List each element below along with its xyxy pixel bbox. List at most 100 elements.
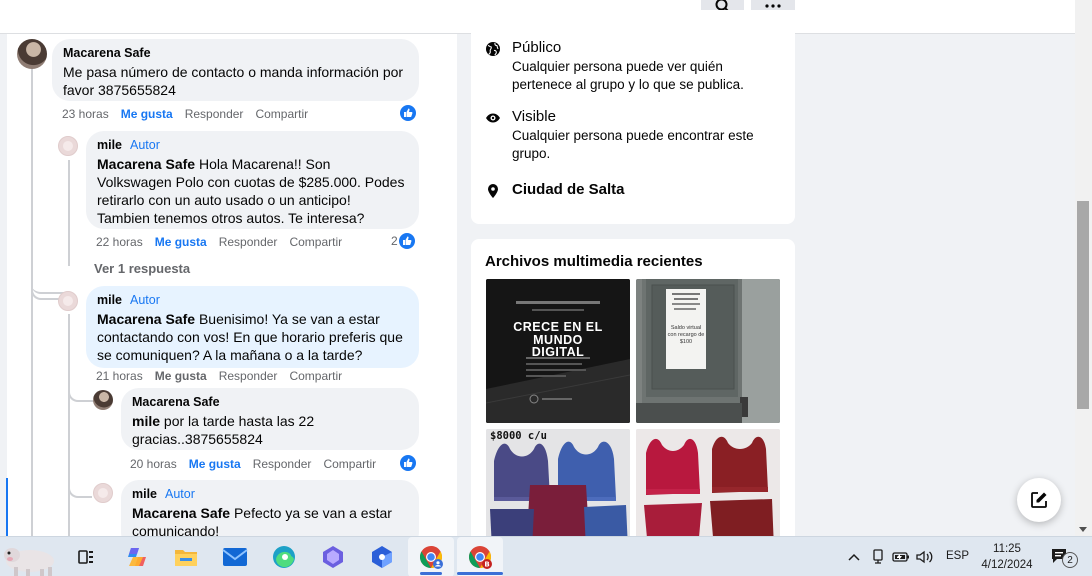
like-link[interactable]: Me gusta bbox=[155, 368, 207, 384]
thread-connector bbox=[68, 374, 96, 402]
share-link[interactable]: Compartir bbox=[255, 106, 308, 122]
app-hexagon-icon[interactable] bbox=[319, 543, 347, 571]
comment-text: Macarena Safe Hola Macarena!! Son Volksw… bbox=[97, 156, 405, 226]
comment-bubble: mile Autor Macarena Safe Hola Macarena!! … bbox=[86, 131, 419, 229]
reaction-count[interactable] bbox=[400, 105, 416, 121]
share-link[interactable]: Compartir bbox=[289, 234, 342, 250]
recent-media-card: Archivos multimedia recientes CRECE EN E… bbox=[471, 239, 795, 536]
comment-bubble: mile Autor Macarena Safe Pefecto ya se va… bbox=[121, 480, 419, 536]
chrome-business-icon[interactable]: B bbox=[466, 543, 494, 571]
svg-text:B: B bbox=[484, 561, 489, 569]
comment-text: Macarena Safe Buenisimo! Ya se van a est… bbox=[97, 311, 403, 363]
visibility-title: Visible bbox=[512, 108, 556, 125]
media-thumbnail[interactable]: $8000 c/u bbox=[486, 429, 630, 536]
compose-icon bbox=[1031, 492, 1047, 508]
comment-author[interactable]: Macarena Safe bbox=[63, 45, 407, 61]
widgets-weather-icon[interactable] bbox=[0, 539, 60, 576]
globe-icon bbox=[486, 42, 500, 56]
comment-time[interactable]: 22 horas bbox=[96, 234, 143, 250]
comment-actions: 20 horas Me gusta Responder Compartir bbox=[130, 456, 376, 472]
share-link[interactable]: Compartir bbox=[323, 456, 376, 472]
location-title[interactable]: Ciudad de Salta bbox=[512, 180, 625, 200]
task-view-icon[interactable] bbox=[72, 543, 100, 571]
page-scrollbar[interactable] bbox=[1075, 0, 1092, 536]
view-replies-link[interactable]: Ver 1 respuesta bbox=[94, 261, 190, 276]
reply-link[interactable]: Responder bbox=[219, 234, 278, 250]
mention-link[interactable]: Macarena Safe bbox=[132, 505, 230, 521]
comment-actions: 21 horas Me gusta Responder Compartir bbox=[96, 368, 342, 384]
like-link[interactable]: Me gusta bbox=[121, 106, 173, 122]
clock-date: 4/12/2024 bbox=[981, 559, 1033, 571]
clock[interactable]: 11:25 4/12/2024 bbox=[975, 541, 1039, 573]
comment-author[interactable]: mile Autor bbox=[132, 486, 407, 502]
like-link[interactable]: Me gusta bbox=[155, 234, 207, 250]
mail-icon[interactable] bbox=[221, 543, 249, 571]
chrome-profile-icon[interactable] bbox=[417, 543, 445, 571]
like-link[interactable]: Me gusta bbox=[189, 456, 241, 472]
thread-line bbox=[68, 160, 70, 266]
comment-bubble: mile Autor Macarena Safe Buenisimo! Ya se… bbox=[86, 286, 419, 368]
windows-taskbar: B ESP 11:25 4/12/2024 2 bbox=[0, 536, 1092, 576]
show-hidden-icons-chevron-icon[interactable] bbox=[841, 543, 867, 571]
reply-link[interactable]: Responder bbox=[219, 368, 278, 384]
media-thumbnail[interactable]: CRECE EN EL MUNDO DIGITAL bbox=[486, 279, 630, 423]
avatar[interactable] bbox=[58, 291, 78, 311]
avatar[interactable] bbox=[93, 390, 113, 410]
author-badge: Autor bbox=[130, 138, 160, 152]
thumbs-up-icon bbox=[400, 105, 416, 121]
reply-link[interactable]: Responder bbox=[185, 106, 244, 122]
mention-link[interactable]: Macarena Safe bbox=[97, 156, 195, 172]
eye-icon bbox=[486, 113, 500, 123]
mention-link[interactable]: mile bbox=[132, 413, 160, 429]
avatar[interactable] bbox=[58, 136, 78, 156]
thread-connector bbox=[68, 470, 92, 498]
media-section-title: Archivos multimedia recientes bbox=[485, 253, 703, 270]
comment-text: Macarena Safe Pefecto ya se van a estar … bbox=[132, 505, 392, 536]
comment-time[interactable]: 21 horas bbox=[96, 368, 143, 384]
comment-author[interactable]: mile Autor bbox=[97, 292, 407, 308]
battery-icon[interactable] bbox=[889, 543, 913, 571]
thread-line bbox=[31, 274, 33, 536]
comment-time[interactable]: 20 horas bbox=[130, 456, 177, 472]
comment-actions: 23 horas Me gusta Responder Compartir bbox=[62, 106, 308, 122]
sign-text: Saldo virtual con recargo de $100 bbox=[667, 325, 705, 345]
comment-bubble: Macarena Safe Me pasa número de contacto… bbox=[52, 39, 419, 101]
media-thumbnail[interactable]: Saldo virtual con recargo de $100 bbox=[636, 279, 780, 423]
thread-line bbox=[68, 314, 70, 536]
copilot-icon[interactable] bbox=[123, 543, 151, 571]
mention-link[interactable]: Macarena Safe bbox=[97, 311, 195, 327]
media-thumbnail[interactable] bbox=[636, 429, 780, 536]
avatar[interactable] bbox=[17, 39, 47, 69]
location-row[interactable]: Ciudad de Salta bbox=[485, 180, 625, 200]
language-indicator[interactable]: ESP bbox=[946, 550, 969, 562]
visibility-row: Visible Cualquier persona puede encontra… bbox=[485, 107, 762, 163]
thumbs-up-icon bbox=[400, 455, 416, 471]
about-card: Público Cualquier persona puede ver quié… bbox=[471, 10, 795, 224]
volume-icon[interactable] bbox=[913, 543, 937, 571]
comments-panel: Macarena Safe Me pasa número de contacto… bbox=[7, 34, 457, 536]
avatar[interactable] bbox=[93, 483, 113, 503]
scrollbar-thumb[interactable] bbox=[1077, 201, 1089, 409]
reply-link[interactable]: Responder bbox=[253, 456, 312, 472]
comment-author[interactable]: mile Autor bbox=[97, 137, 407, 153]
visibility-description: Cualquier persona puede encontrar este g… bbox=[512, 128, 754, 161]
privacy-row: Público Cualquier persona puede ver quié… bbox=[485, 38, 752, 94]
active-indicator bbox=[420, 572, 442, 575]
comment-time[interactable]: 23 horas bbox=[62, 106, 109, 122]
comment-bubble: Macarena Safe mile por la tarde hasta la… bbox=[121, 388, 419, 450]
file-explorer-icon[interactable] bbox=[172, 543, 200, 571]
new-message-button[interactable] bbox=[1017, 478, 1061, 522]
door-sign-image bbox=[636, 279, 780, 423]
reaction-count[interactable]: 2 bbox=[391, 233, 415, 249]
price-label: $8000 c/u bbox=[490, 430, 547, 442]
notifications-button[interactable]: 2 bbox=[1046, 543, 1078, 571]
reaction-count[interactable] bbox=[400, 455, 416, 471]
scroll-down-arrow-icon[interactable] bbox=[1079, 527, 1087, 532]
edge-browser-icon[interactable] bbox=[270, 543, 298, 571]
more-dots-icon bbox=[765, 4, 781, 8]
comment-author[interactable]: Macarena Safe bbox=[132, 394, 407, 410]
share-link[interactable]: Compartir bbox=[289, 368, 342, 384]
clothing-blue-image bbox=[486, 429, 630, 536]
app-cube-icon[interactable] bbox=[368, 543, 396, 571]
device-icon[interactable] bbox=[866, 543, 890, 571]
